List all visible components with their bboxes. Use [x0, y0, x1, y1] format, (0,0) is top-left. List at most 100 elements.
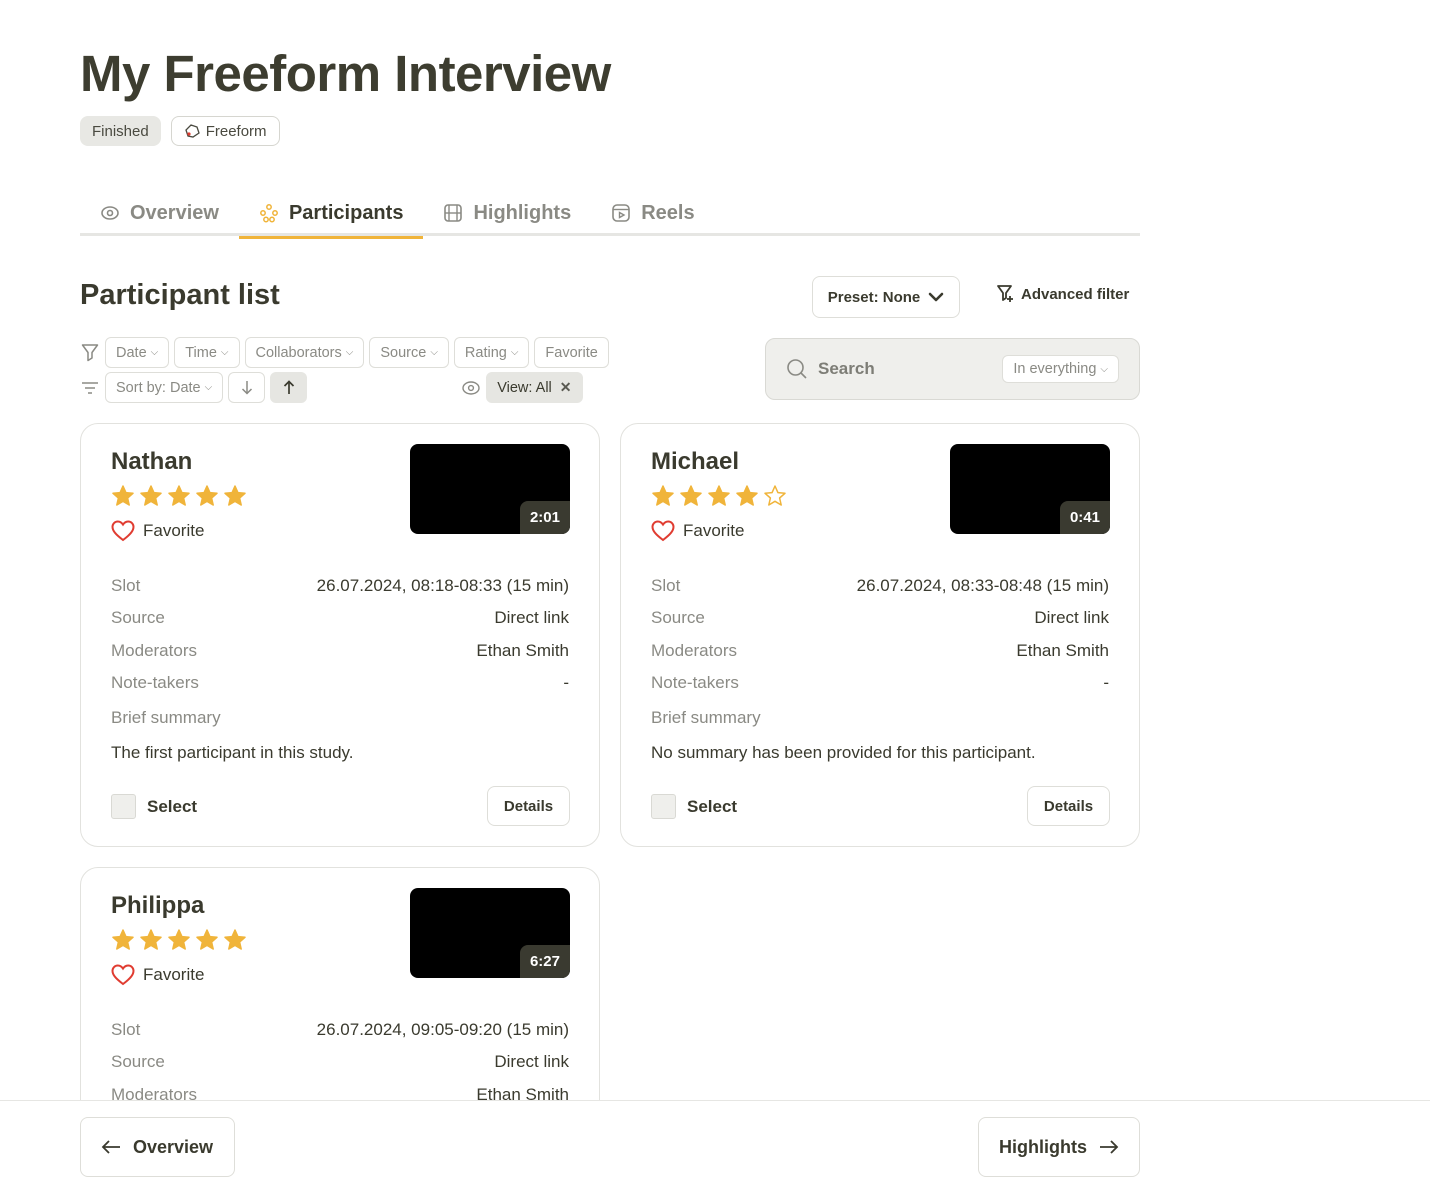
- meta-value: -: [1103, 673, 1109, 692]
- select-checkbox[interactable]: Select: [111, 794, 197, 819]
- star-filled-icon[interactable]: [195, 928, 219, 952]
- filter-favorite[interactable]: Favorite: [534, 337, 609, 368]
- meta-key: Slot: [111, 1020, 141, 1039]
- meta-row-source: Source Direct link: [111, 1052, 569, 1072]
- star-filled-icon[interactable]: [139, 928, 163, 952]
- preset-label: Preset: None: [827, 288, 921, 306]
- summary-text: The first participant in this study.: [111, 743, 354, 762]
- prev-overview-button[interactable]: Overview: [80, 1117, 235, 1177]
- favorite-toggle[interactable]: Favorite: [651, 520, 744, 542]
- eye-icon: [101, 206, 119, 220]
- search-scope-dropdown[interactable]: In everything ⌵: [1002, 355, 1119, 383]
- star-filled-icon[interactable]: [223, 928, 247, 952]
- filter-collaborators-label: Collaborators: [255, 344, 342, 361]
- filter-source[interactable]: Source ⌵: [369, 337, 449, 368]
- star-filled-icon[interactable]: [139, 484, 163, 508]
- star-filled-icon[interactable]: [167, 928, 191, 952]
- summary-label: Brief summary: [111, 708, 221, 727]
- sort-descending-button[interactable]: [228, 372, 266, 403]
- video-duration: 2:01: [519, 501, 570, 534]
- sort-bar: Sort by: Date ⌵ View: All ✕: [80, 372, 583, 403]
- star-filled-icon[interactable]: [111, 484, 135, 508]
- video-thumbnail[interactable]: 6:27: [410, 888, 570, 978]
- arrow-up-icon: [283, 380, 294, 394]
- filter-rating[interactable]: Rating ⌵: [453, 337, 530, 368]
- meta-key: Moderators: [111, 641, 197, 660]
- participants-icon: [260, 204, 278, 223]
- meta-row-note-takers: Note-takers -: [111, 673, 569, 693]
- filter-date-label: Date: [116, 344, 147, 361]
- arrow-right-icon: [1100, 1140, 1119, 1154]
- arrow-left-icon: [101, 1140, 120, 1154]
- participant-card: Michael Favorite 0:41 Slot 26.07.2024, 08:33…: [620, 423, 1140, 847]
- star-filled-icon[interactable]: [651, 484, 675, 508]
- status-badge: Finished: [80, 116, 161, 146]
- filter-time[interactable]: Time ⌵: [174, 337, 240, 368]
- filter-collaborators[interactable]: Collaborators ⌵: [244, 337, 365, 368]
- meta-value: Direct link: [494, 1052, 569, 1071]
- tab-bar: Overview Participants Highlights Reels: [80, 190, 1140, 239]
- rating-stars[interactable]: [651, 484, 787, 508]
- tab-participants[interactable]: Participants: [238, 190, 424, 239]
- filter-date[interactable]: Date ⌵: [105, 337, 170, 368]
- filter-bar: Date ⌵ Time ⌵ Collaborators ⌵ Source ⌵ Ratin…: [80, 337, 609, 368]
- footer-bar: Overview Highlights: [0, 1100, 1430, 1191]
- star-filled-icon[interactable]: [735, 484, 759, 508]
- star-filled-icon[interactable]: [707, 484, 731, 508]
- video-thumbnail[interactable]: 0:41: [950, 444, 1110, 534]
- chevron-down-icon: ⌵: [204, 382, 213, 393]
- tab-reels[interactable]: Reels: [591, 190, 714, 236]
- filter-rating-label: Rating: [464, 344, 507, 361]
- star-filled-icon[interactable]: [679, 484, 703, 508]
- chevron-down-icon: ⌵: [220, 347, 229, 358]
- tab-overview[interactable]: Overview: [80, 190, 239, 236]
- video-thumbnail[interactable]: 2:01: [410, 444, 570, 534]
- chevron-down-icon: ⌵: [345, 347, 354, 358]
- meta-value: 26.07.2024, 09:05-09:20 (15 min): [316, 1020, 569, 1039]
- prev-label: Overview: [133, 1136, 214, 1157]
- meta-row-slot: Slot 26.07.2024, 08:18-08:33 (15 min): [111, 576, 569, 596]
- checkbox[interactable]: [111, 794, 136, 819]
- meta-value: 26.07.2024, 08:18-08:33 (15 min): [316, 576, 569, 595]
- star-filled-icon[interactable]: [223, 484, 247, 508]
- advanced-filter-button[interactable]: Advanced filter: [996, 284, 1129, 304]
- tab-participants-label: Participants: [288, 201, 404, 224]
- view-chip[interactable]: View: All ✕: [486, 372, 583, 403]
- details-button[interactable]: Details: [1027, 786, 1110, 826]
- view-label: View: All: [497, 379, 552, 396]
- arrow-down-icon: [241, 381, 252, 395]
- star-empty-icon[interactable]: [763, 484, 787, 508]
- select-checkbox[interactable]: Select: [651, 794, 737, 819]
- star-filled-icon[interactable]: [195, 484, 219, 508]
- meta-key: Source: [111, 608, 165, 627]
- rating-stars[interactable]: [111, 484, 247, 508]
- favorite-label: Favorite: [683, 521, 745, 540]
- search-input[interactable]: Search: [818, 359, 1002, 379]
- search-box[interactable]: Search In everything ⌵: [765, 338, 1140, 400]
- heart-icon: [111, 964, 135, 986]
- eye-icon: [461, 378, 481, 398]
- preset-dropdown[interactable]: Preset: None: [812, 276, 960, 318]
- next-highlights-button[interactable]: Highlights: [978, 1117, 1140, 1177]
- details-button[interactable]: Details: [487, 786, 570, 826]
- favorite-toggle[interactable]: Favorite: [111, 520, 204, 542]
- meta-row-note-takers: Note-takers -: [651, 673, 1109, 693]
- select-label: Select: [147, 796, 198, 816]
- chevron-down-icon: ⌵: [510, 347, 519, 358]
- meta-row-slot: Slot 26.07.2024, 08:33-08:48 (15 min): [651, 576, 1109, 596]
- rating-stars[interactable]: [111, 928, 247, 952]
- checkbox[interactable]: [651, 794, 676, 819]
- star-filled-icon[interactable]: [111, 928, 135, 952]
- filter-favorite-label: Favorite: [545, 344, 598, 361]
- sort-ascending-button[interactable]: [270, 372, 308, 403]
- chevron-down-icon: ⌵: [430, 347, 438, 358]
- sort-dropdown[interactable]: Sort by: Date ⌵: [105, 372, 224, 403]
- meta-key: Source: [651, 608, 705, 627]
- tab-highlights[interactable]: Highlights: [423, 190, 591, 236]
- chevron-down-icon: ⌵: [1100, 363, 1108, 375]
- close-icon[interactable]: ✕: [560, 379, 572, 396]
- film-icon: [444, 204, 463, 222]
- favorite-toggle[interactable]: Favorite: [111, 964, 204, 986]
- star-filled-icon[interactable]: [167, 484, 191, 508]
- participant-name: Philippa: [111, 892, 205, 919]
